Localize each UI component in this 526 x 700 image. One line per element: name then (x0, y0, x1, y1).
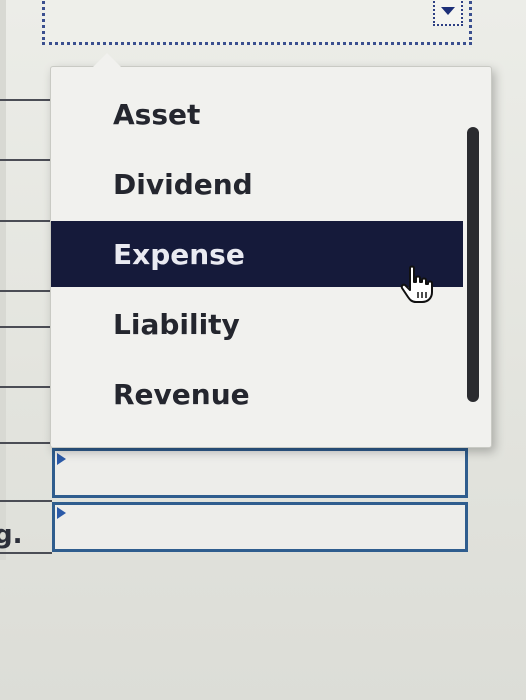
row-divider (0, 500, 52, 502)
cell-marker-icon (57, 507, 66, 519)
cell-marker-icon (57, 453, 66, 465)
row-divider (0, 442, 52, 444)
dropdown-notch (93, 53, 121, 67)
account-type-cell[interactable] (52, 448, 468, 498)
chevron-down-icon[interactable] (433, 0, 463, 26)
option-revenue[interactable]: Revenue (51, 361, 463, 427)
screen: g. Asset Dividend Expense Liability Reve… (0, 0, 526, 700)
account-type-cell[interactable] (52, 502, 468, 552)
dropdown-menu: Asset Dividend Expense Liability Revenue (50, 53, 492, 448)
row-divider (0, 99, 52, 101)
option-dividend[interactable]: Dividend (51, 151, 463, 217)
row-divider (0, 326, 52, 328)
account-type-select[interactable] (42, 0, 472, 45)
row-divider (0, 290, 52, 292)
option-asset[interactable]: Asset (51, 81, 463, 147)
truncated-text: g. (0, 520, 23, 550)
row-divider (0, 552, 52, 554)
hand-pointer-icon (400, 265, 433, 303)
row-divider (0, 386, 52, 388)
dropdown-scrollbar[interactable] (467, 127, 479, 402)
spreadsheet-left-edge (0, 0, 6, 560)
row-divider (0, 220, 52, 222)
row-divider (0, 159, 52, 161)
